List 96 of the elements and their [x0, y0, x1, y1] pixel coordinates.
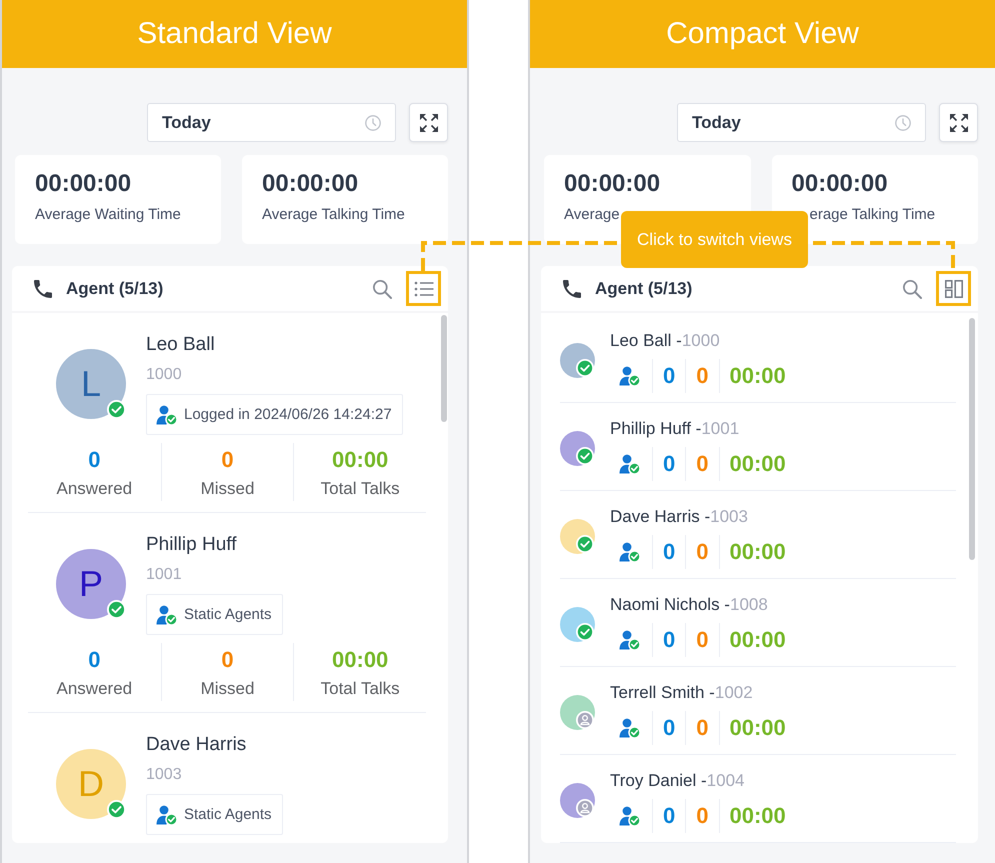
scrollbar-thumb[interactable]: [441, 315, 447, 422]
view-title: Compact View: [666, 16, 859, 52]
tag-text: Logged in 2024/06/26 14:24:27: [184, 406, 392, 423]
tooltip: Click to switch views: [621, 211, 808, 268]
stat-label: Average Talking Time: [262, 205, 405, 225]
stat-label: Total Talks: [320, 678, 400, 700]
expand-icon: [420, 114, 438, 132]
extension-number: 1001: [146, 565, 183, 585]
agent-check-icon: [619, 540, 641, 562]
view-toggle-button[interactable]: [406, 271, 441, 306]
extension-number: 1001: [701, 418, 740, 438]
clock-icon: [365, 114, 381, 130]
agent-name: Dave Harris -: [610, 506, 710, 526]
agent-name: Troy Daniel -: [610, 770, 707, 790]
extension-number: 1000: [682, 330, 720, 350]
stat-value: 00:00:00: [35, 170, 132, 198]
view-title: Standard View: [137, 16, 332, 52]
stat-label: Missed: [200, 678, 254, 700]
list-icon: [414, 280, 434, 298]
talk-time: 00:00: [332, 446, 388, 474]
agent-name: Naomi Nichols -: [610, 594, 730, 614]
agent-check-icon: [619, 716, 641, 738]
talk-time: 00:00: [730, 714, 786, 742]
stat-label: erage Talking Time: [810, 205, 936, 225]
missed-count: 0: [696, 362, 708, 390]
answered-count: 0: [663, 450, 676, 478]
agent-check-icon: [619, 804, 641, 826]
agent-check-icon: [156, 604, 178, 626]
talk-time: 00:00: [730, 450, 786, 478]
stat-value: 00:00:00: [262, 170, 360, 198]
agent-name: Leo Ball: [146, 333, 216, 357]
agent-name: Terrell Smith -: [610, 682, 715, 702]
grid-icon: [944, 280, 962, 298]
talk-time: 00:00: [332, 646, 388, 674]
answered-count: 0: [663, 714, 676, 742]
talk-time: 00:00: [730, 538, 786, 566]
search-button[interactable]: [372, 278, 392, 298]
agent-name: Leo Ball -: [610, 330, 682, 350]
agent-name: Dave Harris: [146, 733, 248, 757]
answered-count: 0: [663, 626, 676, 654]
missed-count: 0: [696, 450, 708, 478]
stat-label: Answered: [56, 678, 132, 700]
extension-number: 1002: [714, 682, 753, 702]
extension-number: 1000: [146, 365, 183, 385]
missed-count: 0: [221, 446, 234, 474]
missed-count: 0: [696, 714, 708, 742]
answered-count: 0: [663, 802, 676, 830]
answered-count: 0: [88, 446, 100, 474]
agent-name: Phillip Huff: [146, 533, 238, 557]
extension-number: 1003: [146, 765, 183, 785]
agent-list-title: Agent (5/13): [66, 278, 164, 298]
missed-count: 0: [221, 646, 234, 674]
agent-list-title: Agent (5/13): [595, 278, 692, 298]
scrollbar-thumb[interactable]: [969, 318, 975, 560]
missed-count: 0: [696, 538, 708, 566]
tag-text: Static Agents: [184, 606, 272, 623]
stat-label: Missed: [200, 478, 254, 500]
talk-time: 00:00: [730, 626, 786, 654]
answered-count: 0: [663, 538, 676, 566]
fullscreen-button[interactable]: [409, 103, 448, 142]
answered-count: 0: [663, 362, 676, 390]
missed-count: 0: [696, 626, 708, 654]
talk-time: 00:00: [730, 362, 786, 390]
avatar-initial: L: [80, 364, 102, 404]
stat-label: Total Talks: [320, 478, 400, 500]
stat-label: Average Waiting Time: [35, 205, 181, 225]
view-toggle-button[interactable]: [936, 271, 971, 306]
agent-check-icon: [619, 628, 641, 650]
fullscreen-button[interactable]: [939, 103, 978, 142]
stat-value: 00:00:00: [792, 170, 889, 198]
agent-check-icon: [619, 364, 641, 386]
search-icon: [902, 278, 922, 298]
stat-value: 00:00:00: [564, 170, 662, 198]
extension-number: 1004: [706, 770, 744, 790]
stat-label: Average: [564, 205, 620, 225]
search-icon: [372, 278, 392, 298]
talk-time: 00:00: [730, 802, 786, 830]
tag-text: Static Agents: [184, 806, 272, 823]
extension-number: 1008: [730, 594, 768, 614]
phone-icon: [562, 278, 582, 298]
expand-icon: [950, 114, 968, 132]
extension-number: 1003: [710, 506, 748, 526]
stat-label: Answered: [56, 478, 132, 500]
agent-check-icon: [619, 452, 641, 474]
date-filter-field[interactable]: Today: [147, 103, 396, 142]
avatar-initial: P: [78, 564, 103, 604]
clock-icon: [895, 114, 911, 130]
agent-check-icon: [156, 404, 178, 426]
phone-icon: [33, 278, 53, 298]
search-button[interactable]: [902, 278, 922, 298]
answered-count: 0: [88, 646, 100, 674]
agent-name: Phillip Huff -: [610, 418, 702, 438]
avatar-initial: D: [78, 764, 104, 804]
missed-count: 0: [696, 802, 708, 830]
agent-check-icon: [156, 804, 178, 826]
date-filter-field[interactable]: Today: [677, 103, 926, 142]
